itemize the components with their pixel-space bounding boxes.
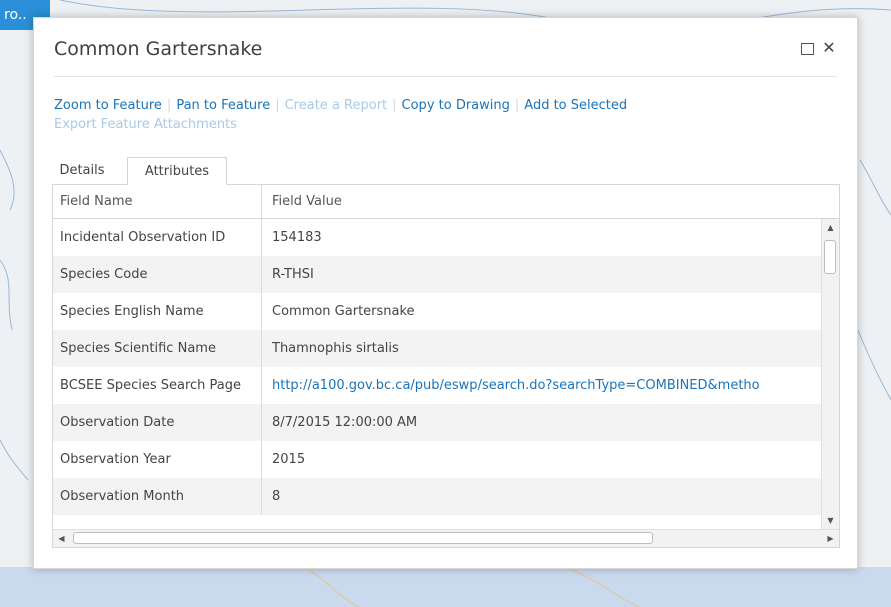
field-value-cell: 8/7/2015 12:00:00 AM: [261, 404, 821, 441]
popup-title: Common Gartersnake: [54, 38, 263, 60]
popup-header: Common Gartersnake ✕: [54, 36, 837, 77]
table-row[interactable]: Species Code R-THSI: [53, 256, 821, 293]
action-separator: |: [166, 98, 172, 113]
actions-row-2: Export Feature Attachments: [54, 116, 837, 135]
maximize-icon[interactable]: [799, 40, 815, 56]
actions-row-1: Zoom to Feature | Pan to Feature | Create a …: [54, 97, 837, 116]
attributes-grid: Field Name Field Value Incidental Observ…: [52, 184, 840, 548]
action-separator: |: [392, 98, 397, 113]
scroll-right-icon[interactable]: ▶: [822, 530, 839, 547]
copy-to-drawing-link[interactable]: Copy to Drawing: [402, 98, 510, 113]
table-row[interactable]: Observation Date 8/7/2015 12:00:00 AM: [53, 404, 821, 441]
horizontal-scrollbar[interactable]: ◀ ▶: [53, 529, 839, 547]
field-name-cell: BCSEE Species Search Page: [60, 378, 242, 393]
close-icon[interactable]: ✕: [821, 40, 837, 56]
scroll-left-icon[interactable]: ◀: [53, 530, 70, 547]
field-name-cell: Incidental Observation ID: [60, 230, 226, 245]
field-name-cell: Observation Month: [60, 489, 185, 504]
table-row[interactable]: BCSEE Species Search Page http://a100.gov…: [53, 367, 821, 404]
pan-to-feature-link[interactable]: Pan to Feature: [176, 98, 270, 113]
table-row[interactable]: Species English Name Common Gartersnake: [53, 293, 821, 330]
table-row[interactable]: Observation Month 8: [53, 478, 821, 515]
grid-header: Field Name Field Value: [53, 185, 839, 219]
field-name-cell: Species English Name: [60, 304, 204, 319]
zoom-to-feature-link[interactable]: Zoom to Feature: [54, 98, 162, 113]
tab-attributes[interactable]: Attributes: [127, 157, 227, 185]
horizontal-scroll-thumb[interactable]: [73, 532, 653, 544]
field-value-cell: Thamnophis sirtalis: [261, 330, 821, 367]
feature-popup: Common Gartersnake ✕ Zoom to Feature | Pan…: [33, 17, 858, 569]
tab-details[interactable]: Details: [54, 157, 110, 185]
field-value-cell: 8: [261, 478, 821, 515]
add-to-selected-link[interactable]: Add to Selected: [524, 98, 627, 113]
column-header-field-value[interactable]: Field Value: [261, 185, 839, 218]
table-row[interactable]: Observation Year 2015: [53, 441, 821, 478]
field-name-cell: Species Code: [60, 267, 148, 282]
field-name-cell: Observation Year: [60, 452, 171, 467]
field-value-cell: 154183: [261, 219, 821, 256]
scroll-down-icon[interactable]: ▼: [822, 512, 839, 529]
export-feature-attachments-link: Export Feature Attachments: [54, 117, 237, 132]
action-separator: |: [275, 98, 280, 113]
column-header-field-name[interactable]: Field Name: [53, 185, 261, 218]
species-search-link[interactable]: http://a100.gov.bc.ca/pub/eswp/search.do…: [272, 378, 760, 393]
field-name-cell: Observation Date: [60, 415, 175, 430]
action-separator: |: [514, 98, 520, 113]
create-a-report-link: Create a Report: [284, 98, 388, 113]
vertical-scroll-thumb[interactable]: [824, 240, 836, 274]
popup-actions: Zoom to Feature | Pan to Feature | Create a …: [54, 97, 837, 135]
vertical-scrollbar[interactable]: ▲ ▼: [821, 219, 839, 529]
table-row[interactable]: Species Scientific Name Thamnophis sirtal…: [53, 330, 821, 367]
scroll-up-icon[interactable]: ▲: [822, 219, 839, 236]
field-value-cell: R-THSI: [261, 256, 821, 293]
table-row[interactable]: Incidental Observation ID 154183: [53, 219, 821, 256]
field-value-cell: Common Gartersnake: [261, 293, 821, 330]
grid-body: Incidental Observation ID 154183 Species C…: [53, 219, 821, 529]
field-name-cell: Species Scientific Name: [60, 341, 216, 356]
field-value-cell: http://a100.gov.bc.ca/pub/eswp/search.do…: [261, 367, 821, 404]
field-value-cell: 2015: [261, 441, 821, 478]
